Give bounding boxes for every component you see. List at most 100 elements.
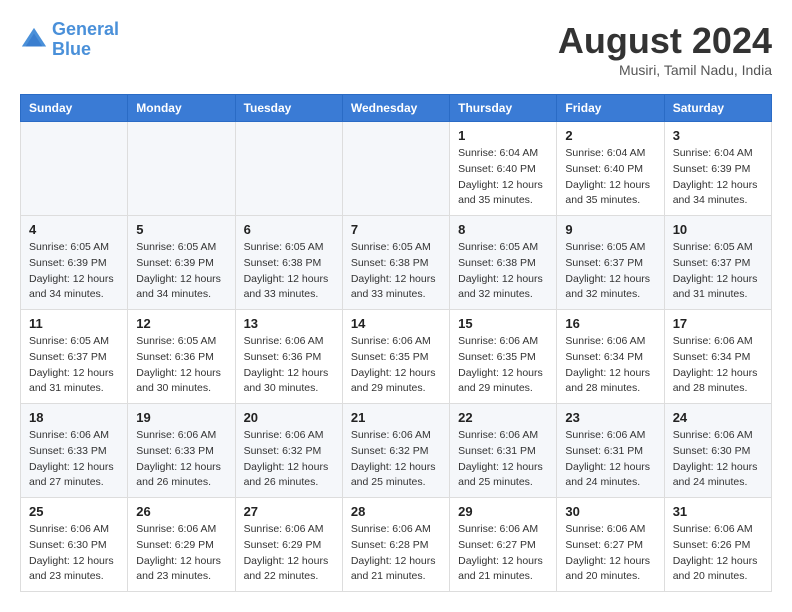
day-info: Sunrise: 6:06 AMSunset: 6:29 PMDaylight:… <box>244 522 334 585</box>
day-number: 27 <box>244 504 334 519</box>
day-number: 29 <box>458 504 548 519</box>
day-number: 2 <box>565 128 655 143</box>
day-info: Sunrise: 6:06 AMSunset: 6:34 PMDaylight:… <box>565 334 655 397</box>
calendar-cell: 25 Sunrise: 6:06 AMSunset: 6:30 PMDaylig… <box>21 498 128 592</box>
logo: General Blue <box>20 20 119 60</box>
day-number: 4 <box>29 222 119 237</box>
day-info: Sunrise: 6:06 AMSunset: 6:26 PMDaylight:… <box>673 522 763 585</box>
logo-text: General Blue <box>52 20 119 60</box>
calendar-cell: 30 Sunrise: 6:06 AMSunset: 6:27 PMDaylig… <box>557 498 664 592</box>
location: Musiri, Tamil Nadu, India <box>558 62 772 78</box>
day-info: Sunrise: 6:04 AMSunset: 6:40 PMDaylight:… <box>458 146 548 209</box>
calendar-cell <box>128 122 235 216</box>
day-number: 10 <box>673 222 763 237</box>
calendar-cell: 7 Sunrise: 6:05 AMSunset: 6:38 PMDayligh… <box>342 216 449 310</box>
day-info: Sunrise: 6:06 AMSunset: 6:30 PMDaylight:… <box>673 428 763 491</box>
day-info: Sunrise: 6:05 AMSunset: 6:38 PMDaylight:… <box>244 240 334 303</box>
calendar-week-row: 4 Sunrise: 6:05 AMSunset: 6:39 PMDayligh… <box>21 216 772 310</box>
day-number: 31 <box>673 504 763 519</box>
calendar-cell: 8 Sunrise: 6:05 AMSunset: 6:38 PMDayligh… <box>450 216 557 310</box>
calendar-cell: 16 Sunrise: 6:06 AMSunset: 6:34 PMDaylig… <box>557 310 664 404</box>
calendar-day-header: Wednesday <box>342 95 449 122</box>
calendar-cell: 29 Sunrise: 6:06 AMSunset: 6:27 PMDaylig… <box>450 498 557 592</box>
calendar-cell: 26 Sunrise: 6:06 AMSunset: 6:29 PMDaylig… <box>128 498 235 592</box>
calendar-cell <box>342 122 449 216</box>
calendar-week-row: 1 Sunrise: 6:04 AMSunset: 6:40 PMDayligh… <box>21 122 772 216</box>
calendar-cell <box>235 122 342 216</box>
calendar-cell: 14 Sunrise: 6:06 AMSunset: 6:35 PMDaylig… <box>342 310 449 404</box>
day-info: Sunrise: 6:06 AMSunset: 6:36 PMDaylight:… <box>244 334 334 397</box>
day-info: Sunrise: 6:05 AMSunset: 6:38 PMDaylight:… <box>458 240 548 303</box>
day-number: 15 <box>458 316 548 331</box>
day-number: 23 <box>565 410 655 425</box>
calendar-cell: 22 Sunrise: 6:06 AMSunset: 6:31 PMDaylig… <box>450 404 557 498</box>
day-number: 14 <box>351 316 441 331</box>
day-info: Sunrise: 6:06 AMSunset: 6:32 PMDaylight:… <box>351 428 441 491</box>
calendar-cell: 5 Sunrise: 6:05 AMSunset: 6:39 PMDayligh… <box>128 216 235 310</box>
calendar-cell: 11 Sunrise: 6:05 AMSunset: 6:37 PMDaylig… <box>21 310 128 404</box>
day-number: 28 <box>351 504 441 519</box>
calendar-cell: 10 Sunrise: 6:05 AMSunset: 6:37 PMDaylig… <box>664 216 771 310</box>
calendar-day-header: Sunday <box>21 95 128 122</box>
calendar-cell <box>21 122 128 216</box>
day-number: 18 <box>29 410 119 425</box>
calendar-cell: 23 Sunrise: 6:06 AMSunset: 6:31 PMDaylig… <box>557 404 664 498</box>
day-info: Sunrise: 6:06 AMSunset: 6:31 PMDaylight:… <box>458 428 548 491</box>
day-info: Sunrise: 6:06 AMSunset: 6:35 PMDaylight:… <box>351 334 441 397</box>
calendar-cell: 15 Sunrise: 6:06 AMSunset: 6:35 PMDaylig… <box>450 310 557 404</box>
day-number: 22 <box>458 410 548 425</box>
day-info: Sunrise: 6:06 AMSunset: 6:27 PMDaylight:… <box>565 522 655 585</box>
day-number: 20 <box>244 410 334 425</box>
day-number: 30 <box>565 504 655 519</box>
day-info: Sunrise: 6:05 AMSunset: 6:39 PMDaylight:… <box>136 240 226 303</box>
day-info: Sunrise: 6:04 AMSunset: 6:39 PMDaylight:… <box>673 146 763 209</box>
day-number: 5 <box>136 222 226 237</box>
day-number: 3 <box>673 128 763 143</box>
day-number: 19 <box>136 410 226 425</box>
calendar-cell: 1 Sunrise: 6:04 AMSunset: 6:40 PMDayligh… <box>450 122 557 216</box>
calendar-day-header: Monday <box>128 95 235 122</box>
day-number: 13 <box>244 316 334 331</box>
logo-icon <box>20 26 48 54</box>
day-number: 25 <box>29 504 119 519</box>
day-number: 6 <box>244 222 334 237</box>
day-info: Sunrise: 6:06 AMSunset: 6:34 PMDaylight:… <box>673 334 763 397</box>
day-info: Sunrise: 6:05 AMSunset: 6:38 PMDaylight:… <box>351 240 441 303</box>
day-info: Sunrise: 6:06 AMSunset: 6:29 PMDaylight:… <box>136 522 226 585</box>
month-year: August 2024 <box>558 20 772 62</box>
calendar-cell: 21 Sunrise: 6:06 AMSunset: 6:32 PMDaylig… <box>342 404 449 498</box>
day-number: 24 <box>673 410 763 425</box>
day-number: 26 <box>136 504 226 519</box>
calendar-cell: 4 Sunrise: 6:05 AMSunset: 6:39 PMDayligh… <box>21 216 128 310</box>
day-info: Sunrise: 6:06 AMSunset: 6:33 PMDaylight:… <box>136 428 226 491</box>
calendar-day-header: Thursday <box>450 95 557 122</box>
day-number: 9 <box>565 222 655 237</box>
day-info: Sunrise: 6:05 AMSunset: 6:36 PMDaylight:… <box>136 334 226 397</box>
calendar-cell: 12 Sunrise: 6:05 AMSunset: 6:36 PMDaylig… <box>128 310 235 404</box>
calendar-cell: 17 Sunrise: 6:06 AMSunset: 6:34 PMDaylig… <box>664 310 771 404</box>
calendar-cell: 18 Sunrise: 6:06 AMSunset: 6:33 PMDaylig… <box>21 404 128 498</box>
calendar-cell: 24 Sunrise: 6:06 AMSunset: 6:30 PMDaylig… <box>664 404 771 498</box>
calendar-cell: 20 Sunrise: 6:06 AMSunset: 6:32 PMDaylig… <box>235 404 342 498</box>
calendar-cell: 28 Sunrise: 6:06 AMSunset: 6:28 PMDaylig… <box>342 498 449 592</box>
day-number: 17 <box>673 316 763 331</box>
day-info: Sunrise: 6:06 AMSunset: 6:31 PMDaylight:… <box>565 428 655 491</box>
calendar-cell: 27 Sunrise: 6:06 AMSunset: 6:29 PMDaylig… <box>235 498 342 592</box>
calendar-cell: 3 Sunrise: 6:04 AMSunset: 6:39 PMDayligh… <box>664 122 771 216</box>
day-info: Sunrise: 6:06 AMSunset: 6:35 PMDaylight:… <box>458 334 548 397</box>
title-area: August 2024 Musiri, Tamil Nadu, India <box>558 20 772 78</box>
calendar-table: SundayMondayTuesdayWednesdayThursdayFrid… <box>20 94 772 592</box>
day-info: Sunrise: 6:06 AMSunset: 6:33 PMDaylight:… <box>29 428 119 491</box>
day-number: 16 <box>565 316 655 331</box>
day-info: Sunrise: 6:06 AMSunset: 6:27 PMDaylight:… <box>458 522 548 585</box>
calendar-day-header: Tuesday <box>235 95 342 122</box>
calendar-week-row: 25 Sunrise: 6:06 AMSunset: 6:30 PMDaylig… <box>21 498 772 592</box>
day-number: 7 <box>351 222 441 237</box>
calendar-cell: 31 Sunrise: 6:06 AMSunset: 6:26 PMDaylig… <box>664 498 771 592</box>
day-info: Sunrise: 6:06 AMSunset: 6:28 PMDaylight:… <box>351 522 441 585</box>
calendar-cell: 2 Sunrise: 6:04 AMSunset: 6:40 PMDayligh… <box>557 122 664 216</box>
calendar-cell: 19 Sunrise: 6:06 AMSunset: 6:33 PMDaylig… <box>128 404 235 498</box>
day-number: 8 <box>458 222 548 237</box>
calendar-week-row: 18 Sunrise: 6:06 AMSunset: 6:33 PMDaylig… <box>21 404 772 498</box>
day-info: Sunrise: 6:06 AMSunset: 6:30 PMDaylight:… <box>29 522 119 585</box>
